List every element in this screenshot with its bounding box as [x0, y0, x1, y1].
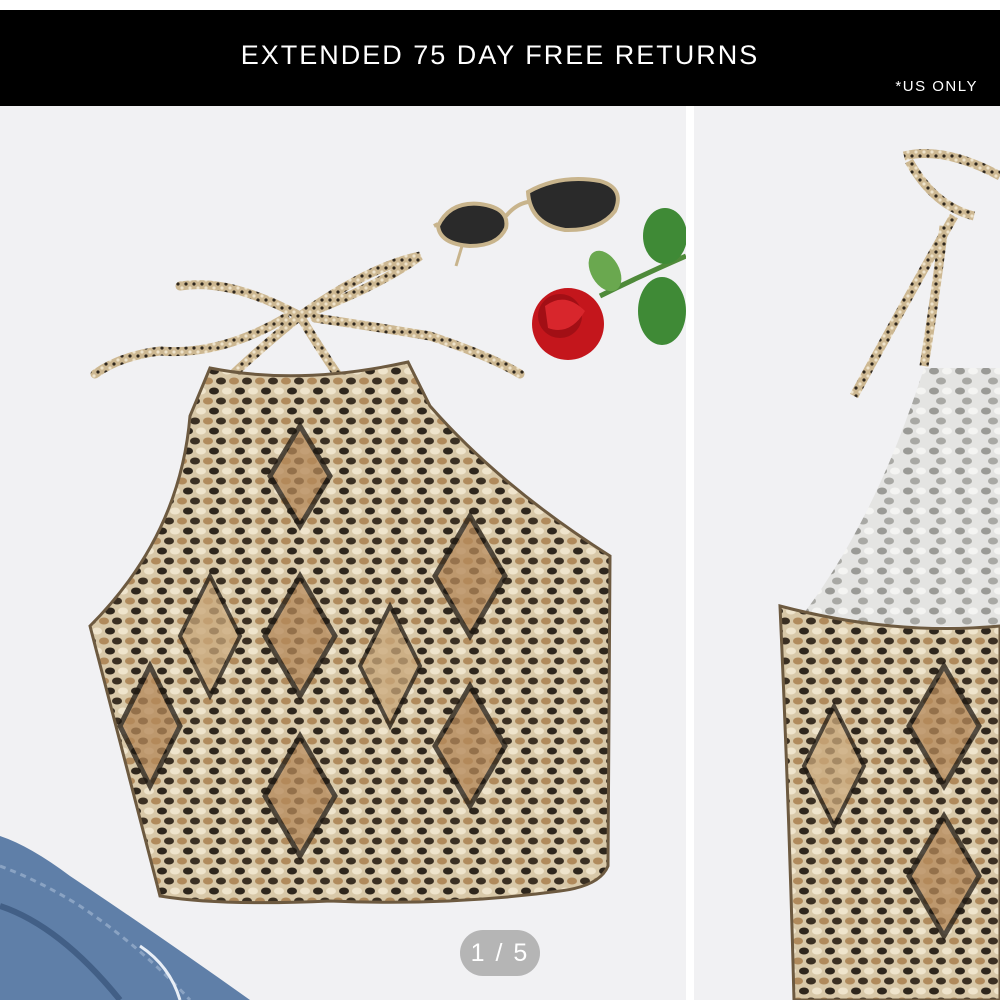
top-strip	[0, 0, 1000, 10]
sunglasses-prop	[433, 177, 620, 267]
product-image-front[interactable]	[0, 106, 686, 1000]
product-image-back[interactable]	[694, 106, 1000, 1000]
promo-banner[interactable]: EXTENDED 75 DAY FREE RETURNS *US ONLY	[0, 10, 1000, 106]
back-top-body	[778, 604, 1000, 1000]
back-halter-straps	[850, 149, 1000, 399]
slide-pager: 1 / 5	[460, 930, 540, 976]
product-image-gallery[interactable]	[0, 106, 1000, 1000]
halter-top-body	[88, 360, 612, 905]
back-lining	[794, 368, 1000, 626]
snakeskin-halter-top-back-photo	[778, 149, 1000, 1000]
red-rose-prop	[532, 208, 686, 360]
banner-title: EXTENDED 75 DAY FREE RETURNS	[240, 40, 760, 70]
snakeskin-halter-top-front-photo	[0, 177, 686, 1000]
banner-note: *US ONLY	[895, 78, 978, 95]
